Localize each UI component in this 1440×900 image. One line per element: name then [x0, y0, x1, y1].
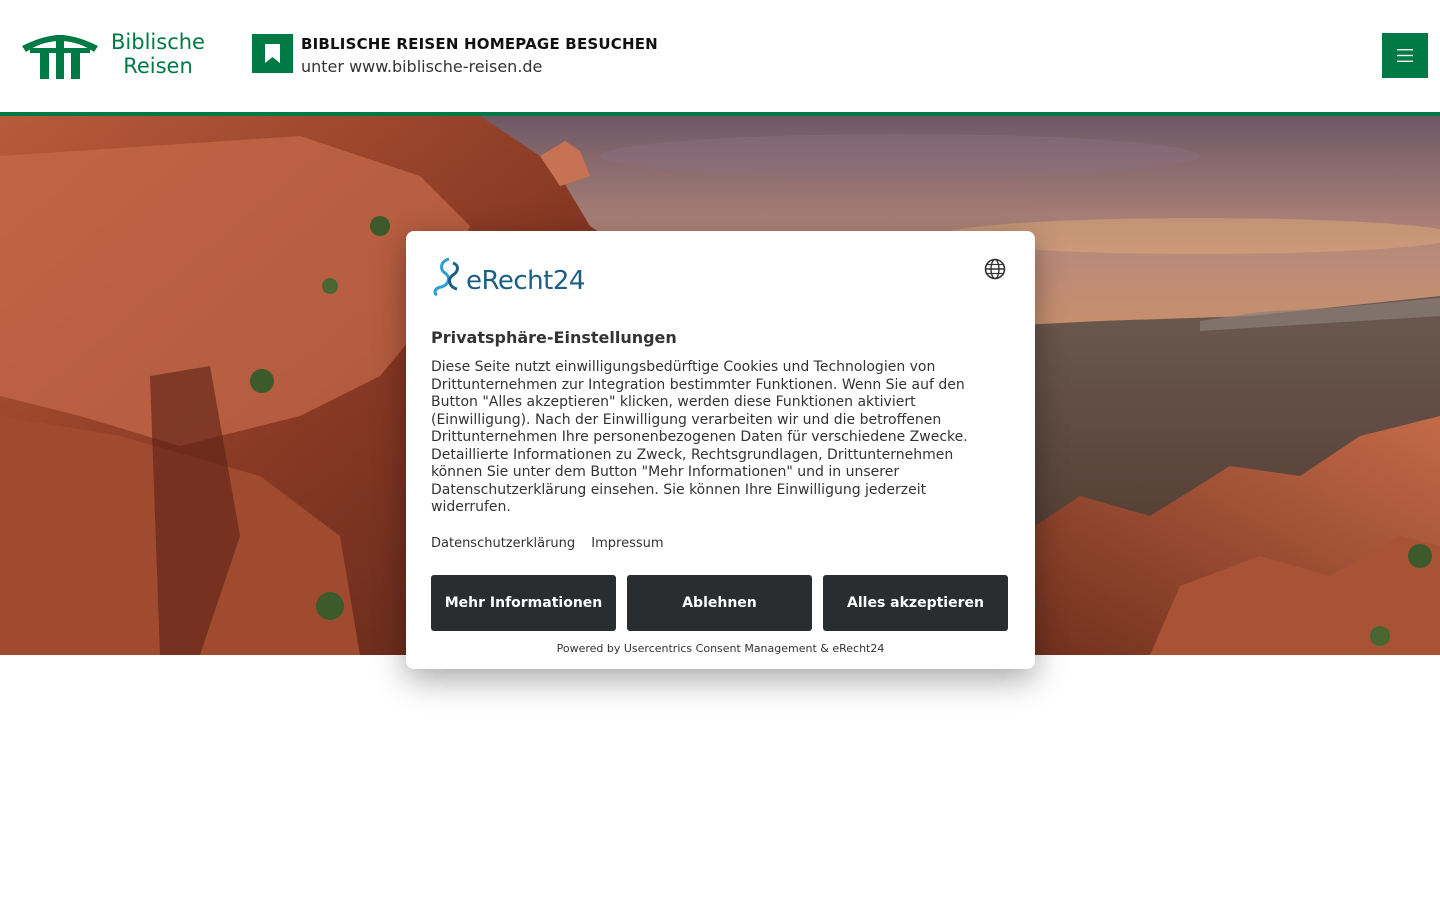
site-logo[interactable]: Biblische Reisen — [22, 30, 212, 82]
consent-links: Datenschutzerklärung Impressum — [431, 536, 676, 551]
homepage-link-title[interactable]: BIBLISCHE REISEN HOMEPAGE BESUCHEN — [301, 35, 658, 53]
hamburger-icon — [1397, 49, 1413, 62]
erecht24-brand: eRecht24 — [466, 266, 585, 296]
cookie-consent-dialog: eRecht24 Privatsphäre-Einstellungen Dies… — [406, 231, 1035, 669]
accept-all-button[interactable]: Alles akzeptieren — [823, 575, 1008, 631]
bookmark-icon — [265, 44, 280, 63]
globe-icon — [984, 258, 1006, 280]
language-button[interactable] — [984, 258, 1009, 283]
menu-button[interactable] — [1382, 33, 1428, 78]
bookmark-badge[interactable] — [252, 34, 293, 73]
more-information-button[interactable]: Mehr Informationen — [431, 575, 616, 631]
logo-line-1: Biblische — [111, 30, 205, 54]
logo-wordmark: Biblische Reisen — [108, 30, 208, 78]
homepage-link-subtitle[interactable]: unter www.biblische-reisen.de — [301, 57, 542, 76]
logo-mark-icon — [22, 35, 98, 79]
privacy-policy-link[interactable]: Datenschutzerklärung — [431, 536, 575, 551]
site-header: Biblische Reisen BIBLISCHE REISEN HOMEPA… — [0, 0, 1440, 112]
consent-title: Privatsphäre-Einstellungen — [431, 328, 677, 347]
erecht24-logo-icon — [433, 257, 459, 297]
powered-by-note: Powered by Usercentrics Consent Manageme… — [556, 642, 885, 655]
consent-description: Diese Seite nutzt einwilligungsbedürftig… — [431, 359, 968, 515]
logo-line-2: Reisen — [123, 54, 193, 78]
imprint-link[interactable]: Impressum — [591, 536, 663, 551]
deny-button[interactable]: Ablehnen — [627, 575, 812, 631]
